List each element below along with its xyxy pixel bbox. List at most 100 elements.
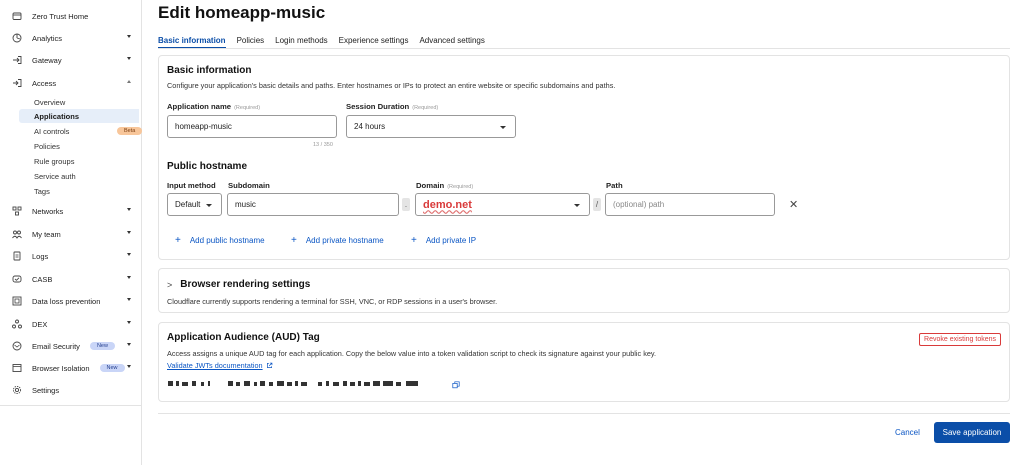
sidebar-item-email-security[interactable]: Email Security New	[0, 338, 141, 354]
sidebar-subitem-label: Overview	[34, 97, 66, 107]
analytics-icon	[12, 33, 22, 43]
chevron-down-icon	[127, 208, 131, 211]
tab-policies[interactable]: Policies	[237, 31, 265, 49]
tab-basic-information[interactable]: Basic information	[158, 31, 226, 49]
access-icon	[12, 78, 22, 88]
domain-label: Domain (Required)	[416, 181, 473, 190]
email-icon	[12, 341, 22, 351]
input-method-label: Input method	[167, 181, 216, 190]
sidebar-item-label: Settings	[32, 385, 60, 395]
sidebar-subitem-tags[interactable]: Tags	[19, 184, 139, 198]
button-label: Add public hostname	[189, 236, 265, 245]
sidebar-subitem-label: Rule groups	[34, 156, 75, 166]
section-description: Access assigns a unique AUD tag for each…	[167, 349, 657, 358]
browser-icon	[12, 363, 22, 373]
chevron-down-icon	[127, 321, 131, 324]
home-icon	[12, 11, 22, 21]
new-badge: New	[99, 364, 125, 372]
plus-icon: +	[291, 235, 297, 246]
browser-rendering-card: > Browser rendering settings Cloudflare …	[158, 268, 1010, 313]
validate-jwts-link[interactable]: Validate JWTs documentation	[167, 361, 273, 370]
dex-icon	[12, 319, 22, 329]
sidebar-item-casb[interactable]: CASB	[0, 271, 141, 287]
link-text: Validate JWTs documentation	[167, 361, 263, 370]
add-private-hostname-button[interactable]: + Add private hostname	[291, 235, 384, 246]
select-value: Default	[175, 200, 201, 209]
sidebar-item-gateway[interactable]: Gateway	[0, 52, 141, 68]
team-icon	[12, 229, 22, 239]
revoke-tokens-button[interactable]: Revoke existing tokens	[919, 333, 1001, 346]
footer-divider	[158, 413, 1010, 414]
sidebar-subitem-applications[interactable]: Applications	[19, 109, 139, 123]
sidebar-item-logs[interactable]: Logs	[0, 248, 141, 264]
page-title: Edit homeapp-music	[158, 3, 326, 22]
gear-icon	[12, 385, 22, 395]
tab-experience-settings[interactable]: Experience settings	[339, 31, 409, 49]
domain-select[interactable]: demo.net	[415, 193, 590, 216]
copy-icon[interactable]	[452, 381, 460, 389]
chevron-right-icon: >	[167, 279, 173, 290]
sidebar-item-data-loss-prevention[interactable]: Data loss prevention	[0, 293, 141, 309]
section-description: Configure your application's basic detai…	[167, 81, 616, 90]
sidebar-divider	[0, 405, 141, 406]
chevron-down-icon	[127, 343, 131, 346]
tab-advanced-settings[interactable]: Advanced settings	[419, 31, 484, 49]
gateway-icon	[12, 55, 22, 65]
character-counter: 13 / 350	[313, 142, 333, 148]
sidebar-item-label: Zero Trust Home	[32, 11, 89, 21]
sidebar-item-my-team[interactable]: My team	[0, 226, 141, 242]
sidebar-item-dex[interactable]: DEX	[0, 316, 141, 332]
sidebar-item-label: Email Security	[32, 341, 80, 351]
plus-icon: +	[411, 235, 417, 246]
section-title: Basic information	[167, 65, 252, 76]
sidebar-item-access[interactable]: Access	[0, 75, 141, 91]
subdomain-input[interactable]: music	[227, 193, 399, 216]
aud-tag-card: Application Audience (AUD) Tag Revoke ex…	[158, 322, 1010, 402]
section-description: Cloudflare currently supports rendering …	[167, 297, 498, 306]
slash-separator: /	[593, 198, 601, 211]
networks-icon	[12, 206, 22, 216]
sidebar-subitem-overview[interactable]: Overview	[19, 95, 139, 109]
session-duration-label: Session Duration (Required)	[346, 102, 438, 111]
public-hostname-title: Public hostname	[167, 161, 248, 172]
add-private-ip-button[interactable]: + Add private IP	[411, 235, 476, 246]
browser-rendering-toggle[interactable]: > Browser rendering settings	[167, 279, 310, 290]
chevron-down-icon	[127, 365, 131, 368]
chevron-down-icon	[127, 57, 131, 60]
sidebar-item-settings[interactable]: Settings	[0, 382, 141, 398]
sidebar-subitem-service-auth[interactable]: Service auth	[19, 169, 139, 183]
chevron-down-icon	[127, 298, 131, 301]
cancel-button[interactable]: Cancel	[895, 428, 920, 437]
application-name-input[interactable]: homeapp-music	[167, 115, 337, 138]
close-icon[interactable]: ✕	[789, 198, 798, 211]
plus-icon: +	[175, 235, 181, 246]
basic-information-card: Basic information Configure your applica…	[158, 55, 1010, 260]
sidebar-item-label: Networks	[32, 206, 64, 216]
sidebar-subitem-label: Policies	[34, 141, 60, 151]
input-method-select[interactable]: Default	[167, 193, 222, 216]
add-public-hostname-button[interactable]: + Add public hostname	[175, 235, 265, 246]
new-badge: New	[89, 342, 115, 350]
required-hint: (Required)	[412, 105, 439, 111]
tab-bar: Basic information Policies Login methods…	[158, 31, 496, 49]
tab-login-methods[interactable]: Login methods	[275, 31, 327, 49]
chevron-down-icon	[574, 204, 580, 207]
sidebar-item-label: Access	[32, 78, 57, 88]
sidebar-item-analytics[interactable]: Analytics	[0, 30, 141, 46]
label-text: Session Duration	[346, 102, 410, 111]
dot-separator: .	[402, 198, 410, 211]
external-link-icon	[266, 362, 272, 368]
sidebar-item-networks[interactable]: Networks	[0, 203, 141, 219]
session-duration-select[interactable]: 24 hours	[346, 115, 516, 138]
sidebar-item-label: My team	[32, 229, 61, 239]
sidebar-item-zero-trust-home[interactable]: Zero Trust Home	[0, 8, 141, 24]
label-text: Application name	[167, 102, 232, 111]
save-application-button[interactable]: Save application	[934, 422, 1010, 443]
required-hint: (Required)	[234, 105, 261, 111]
sidebar-subitem-ai-controls[interactable]: AI controls Beta	[19, 124, 143, 138]
path-input[interactable]: (optional) path	[605, 193, 775, 216]
sidebar-subitem-policies[interactable]: Policies	[19, 139, 139, 153]
sidebar-item-browser-isolation[interactable]: Browser Isolation New	[0, 360, 141, 376]
sidebar-subitem-rule-groups[interactable]: Rule groups	[19, 154, 139, 168]
sidebar-item-label: DEX	[32, 319, 48, 329]
